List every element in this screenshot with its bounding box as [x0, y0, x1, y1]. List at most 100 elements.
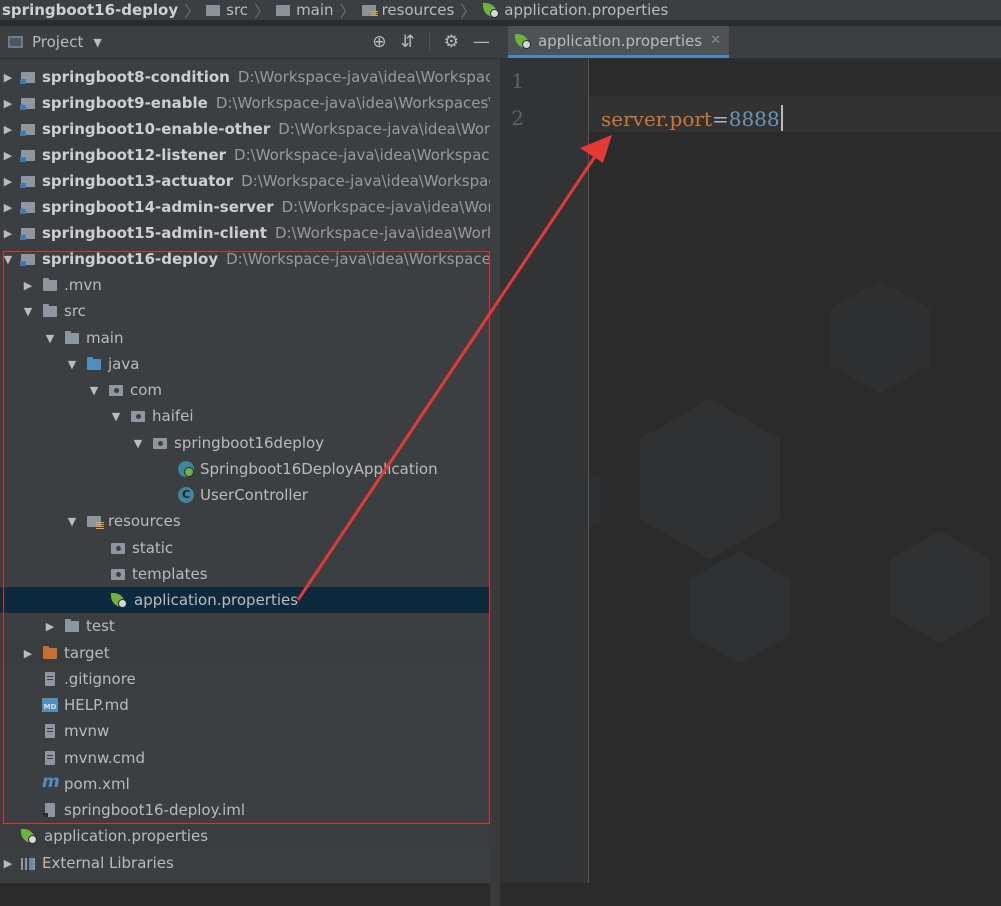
breadcrumb-separator-icon: 〉: [254, 2, 271, 21]
chevron-down-icon[interactable]: ▼: [130, 437, 146, 450]
minimize-icon[interactable]: —: [473, 32, 490, 52]
breadcrumb: springboot16-deploy 〉 src 〉 main 〉 resou…: [0, 0, 1001, 21]
tree-row-module-expanded[interactable]: ▼ springboot16-deploy D:\Workspace-java\…: [0, 246, 490, 272]
package-icon: [108, 383, 124, 397]
module-name: springboot15-admin-client: [42, 224, 267, 242]
tree-row-folder[interactable]: ▼ java: [0, 351, 554, 377]
tree-row-folder[interactable]: ▶ test: [0, 613, 532, 639]
chevron-down-icon[interactable]: ▼: [0, 253, 16, 266]
tree-row-folder[interactable]: ▶ .mvn: [0, 272, 510, 298]
resources-folder-icon: [86, 514, 104, 529]
module-path: D:\Workspace-java\idea\Workspaces\it: [241, 172, 490, 190]
node-label: resources: [108, 512, 181, 530]
node-label: springboot16-deploy.iml: [64, 801, 246, 819]
package-icon: [130, 409, 146, 423]
chevron-right-icon[interactable]: ▶: [20, 647, 36, 660]
tree-row-module[interactable]: ▶ springboot14-admin-server D:\Workspace…: [0, 194, 490, 220]
chevron-down-icon[interactable]: ▼: [108, 410, 124, 423]
module-name: springboot9-enable: [42, 94, 208, 112]
tree-row-folder[interactable]: ▼ src: [0, 298, 510, 324]
class-icon: [178, 487, 194, 503]
tree-row-module[interactable]: ▶ springboot13-actuator D:\Workspace-jav…: [0, 168, 490, 194]
breadcrumb-resources[interactable]: resources: [361, 1, 455, 19]
node-label: application.properties: [44, 827, 209, 845]
node-label: Springboot16DeployApplication: [200, 460, 438, 478]
chevron-down-icon[interactable]: ▼: [86, 384, 102, 397]
module-name: springboot10-enable-other: [42, 120, 271, 138]
folder-icon: [276, 4, 291, 16]
spring-properties-icon: [482, 2, 500, 18]
module-name: springboot14-admin-server: [42, 198, 274, 216]
breadcrumb-project[interactable]: springboot16-deploy: [0, 1, 178, 19]
project-tool-window: Project ▼ ⊕ ⇵ ⚙ — ▶ springboot8-conditio…: [0, 26, 600, 906]
tree-row-folder[interactable]: ▶ target: [0, 640, 510, 666]
chevron-down-icon[interactable]: ▼: [64, 358, 80, 371]
line-number: 1: [511, 69, 524, 93]
code-editor[interactable]: 1 2 server.port=8888: [500, 59, 1001, 883]
tree-row-module[interactable]: ▶ springboot12-listener D:\Workspace-jav…: [0, 142, 490, 168]
module-name: springboot16-deploy: [42, 250, 219, 268]
chevron-right-icon[interactable]: ▶: [0, 97, 16, 110]
crosshair-icon[interactable]: ⊕: [372, 32, 386, 52]
module-icon: [20, 70, 36, 84]
node-label: pom.xml: [64, 775, 130, 793]
scrollbar[interactable]: [490, 296, 500, 906]
markdown-icon: [42, 698, 58, 712]
breadcrumb-main[interactable]: main: [276, 1, 334, 19]
gear-icon[interactable]: ⚙: [444, 32, 459, 52]
tab-application-properties[interactable]: application.properties ✕: [508, 26, 729, 58]
folder-icon: [110, 567, 126, 581]
chevron-down-icon[interactable]: ▼: [20, 305, 36, 318]
line-number: 2: [511, 106, 524, 130]
tree-row-module[interactable]: ▶ springboot15-admin-client D:\Workspace…: [0, 220, 490, 246]
tree-row-libraries[interactable]: ▶ External Libraries: [0, 850, 490, 876]
property-separator: =: [711, 107, 729, 131]
node-label: HELP.md: [64, 696, 129, 714]
tree-row-file[interactable]: mvnw: [0, 718, 532, 744]
node-label: UserController: [200, 486, 308, 504]
chevron-right-icon[interactable]: ▶: [0, 175, 16, 188]
tree-row-file[interactable]: mvnw.cmd: [0, 745, 532, 771]
collapse-icon[interactable]: ⇵: [401, 32, 415, 52]
module-icon: [20, 174, 36, 188]
node-label: mvnw: [64, 722, 110, 740]
module-file-icon: [42, 803, 58, 817]
tree-row-module[interactable]: ▶ springboot9-enable D:\Workspace-java\i…: [0, 90, 490, 116]
breadcrumb-file[interactable]: application.properties: [482, 1, 668, 19]
node-label: test: [86, 617, 115, 635]
node-label: application.properties: [134, 591, 299, 609]
tree-row-file[interactable]: HELP.md: [0, 692, 532, 718]
chevron-right-icon[interactable]: ▶: [0, 201, 16, 214]
resources-folder-icon: [361, 4, 378, 17]
tree-row-file[interactable]: springboot16-deploy.iml: [0, 797, 532, 823]
chevron-right-icon[interactable]: ▶: [0, 71, 16, 84]
project-view-selector[interactable]: Project: [32, 33, 83, 51]
module-icon: [20, 226, 36, 240]
module-icon: [20, 252, 36, 266]
chevron-right-icon[interactable]: ▶: [42, 620, 58, 633]
close-icon[interactable]: ✕: [710, 33, 721, 48]
chevron-right-icon[interactable]: ▶: [0, 149, 16, 162]
node-label: mvnw.cmd: [64, 749, 146, 767]
folder-icon: [206, 4, 221, 16]
module-path: D:\Workspace-java\idea\Workspac: [278, 120, 490, 138]
chevron-down-icon[interactable]: ▼: [64, 515, 80, 528]
tree-row-folder[interactable]: ▼ resources: [0, 508, 554, 534]
module-path: D:\Workspace-java\idea\Workspaces\ithe: [215, 94, 490, 112]
chevron-down-icon[interactable]: ▼: [42, 332, 58, 345]
tree-row-file[interactable]: .gitignore: [0, 666, 532, 692]
tree-row-module[interactable]: ▶ springboot8-condition D:\Workspace-jav…: [0, 64, 490, 90]
chevron-down-icon[interactable]: ▼: [93, 36, 101, 49]
chevron-right-icon[interactable]: ▶: [0, 123, 16, 136]
chevron-right-icon[interactable]: ▶: [0, 857, 16, 870]
tree-row-file[interactable]: pom.xml: [0, 771, 532, 797]
tree-row-folder[interactable]: ▼ main: [0, 325, 532, 351]
tree-row-file[interactable]: application.properties: [0, 823, 510, 849]
breadcrumb-label: resources: [381, 1, 455, 19]
breadcrumb-src[interactable]: src: [206, 1, 248, 19]
chevron-right-icon[interactable]: ▶: [20, 279, 36, 292]
chevron-right-icon[interactable]: ▶: [0, 227, 16, 240]
tree-row-module[interactable]: ▶ springboot10-enable-other D:\Workspace…: [0, 116, 490, 142]
breadcrumb-separator-icon: 〉: [460, 2, 477, 21]
code-line[interactable]: server.port=8888: [601, 105, 783, 131]
